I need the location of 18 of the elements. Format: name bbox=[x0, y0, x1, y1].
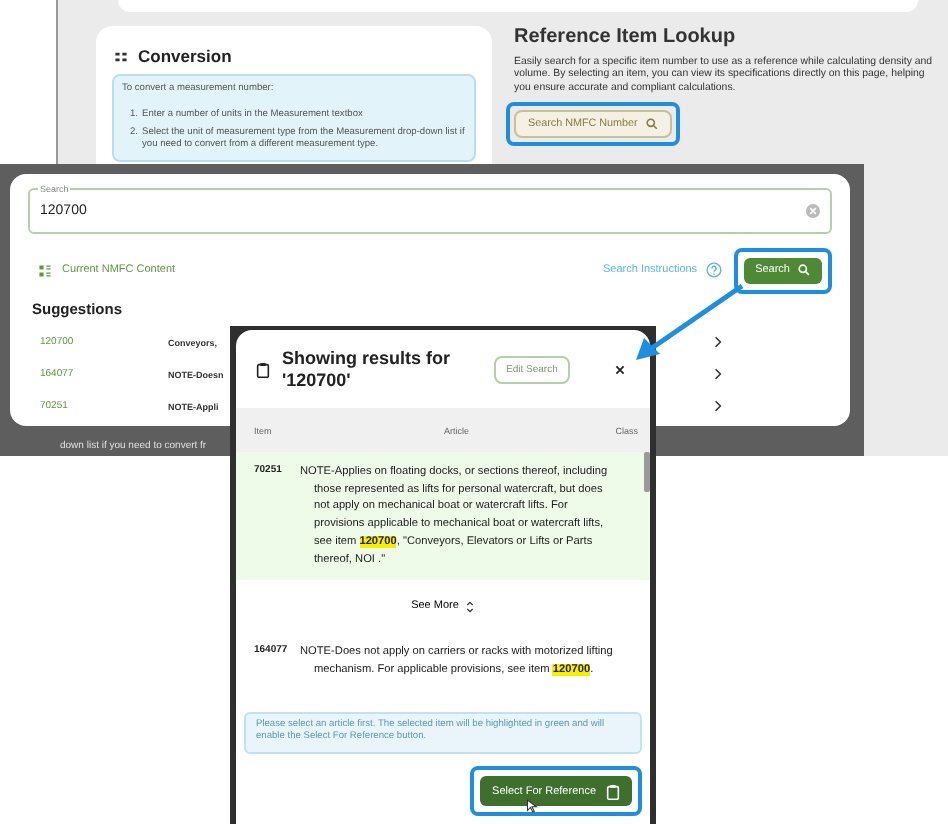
search-icon bbox=[798, 264, 810, 276]
convert-icon bbox=[114, 49, 128, 63]
chevron-right-icon[interactable] bbox=[714, 400, 722, 412]
chevron-right-icon[interactable] bbox=[714, 336, 722, 348]
dialog-title: Showing results for bbox=[282, 347, 453, 369]
clipboard-icon bbox=[606, 783, 620, 799]
cursor-icon bbox=[526, 798, 538, 814]
scrollbar[interactable] bbox=[644, 452, 650, 492]
grid-icon bbox=[38, 263, 52, 277]
result-row[interactable] bbox=[236, 452, 650, 581]
chevron-right-icon[interactable] bbox=[714, 368, 722, 380]
search-query: '120700' bbox=[282, 369, 353, 391]
close-icon[interactable] bbox=[614, 363, 626, 375]
clipboard-icon bbox=[256, 361, 270, 377]
section-title: Reference Item Lookup bbox=[514, 26, 736, 48]
card-title: Conversion bbox=[138, 46, 232, 66]
expand-icon bbox=[466, 599, 475, 614]
search-icon bbox=[645, 117, 658, 130]
